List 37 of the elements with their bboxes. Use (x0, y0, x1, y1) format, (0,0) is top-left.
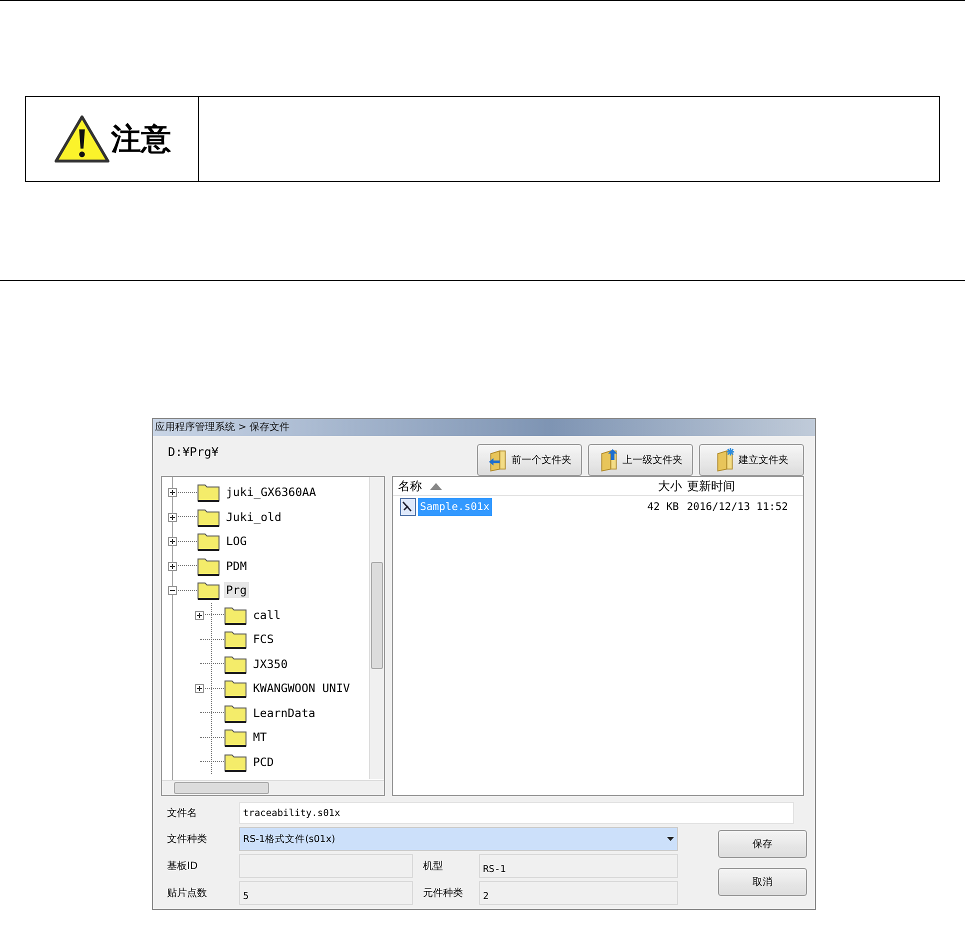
toolbar-button[interactable]: 建立文件夹 (699, 444, 804, 476)
field-label: 基板ID (166, 860, 199, 873)
folder-item[interactable]: LOG (224, 533, 249, 550)
folder-item[interactable]: PCD (251, 754, 276, 770)
folder-item[interactable]: juki_GX6360AA (224, 484, 318, 500)
file-date: 2016/12/13 11:52 (686, 501, 788, 513)
folder-item[interactable]: MT (251, 729, 269, 746)
component-types-field[interactable]: 2 (479, 881, 678, 905)
column-header[interactable]: 名称 (398, 478, 422, 494)
caution-label: 注意 (111, 120, 171, 158)
folder-item[interactable]: KWANGWOON UNIV (251, 680, 352, 696)
toolbar-button[interactable]: 上一级文件夹 (588, 444, 693, 476)
column-header[interactable]: 大小 (658, 478, 682, 494)
field-label: 贴片点数 (166, 886, 208, 900)
file-name-field[interactable]: traceability.s01x (239, 802, 794, 824)
folder-item[interactable]: PDM (224, 558, 249, 574)
field-label: 文件名 (166, 806, 198, 820)
save-button[interactable]: 保存 (718, 830, 807, 858)
placement-points-field[interactable]: 5 (239, 881, 413, 905)
folder-item[interactable]: JX350 (251, 656, 290, 672)
folder-item[interactable]: FCS (251, 631, 276, 648)
file-type-value: RS-1格式文件(s01x) (243, 832, 336, 846)
toolbar-button[interactable]: 前一个文件夹 (477, 444, 582, 476)
folder-item[interactable]: LearnData (251, 704, 318, 721)
path-label: D:¥Prg¥ (168, 445, 219, 459)
field-label: 文件种类 (166, 832, 208, 846)
field-label: 机型 (422, 860, 444, 873)
file-size: 42 KB (647, 501, 679, 513)
cancel-button[interactable]: 取消 (718, 868, 807, 896)
file-type-dropdown[interactable]: RS-1格式文件(s01x) (239, 827, 678, 851)
folder-item[interactable]: Juki_old (224, 508, 284, 525)
folder-item[interactable]: Prg (224, 582, 249, 598)
folder-item[interactable]: call (251, 606, 283, 623)
column-header[interactable]: 更新时间 (687, 478, 735, 494)
model-field[interactable]: RS-1 (479, 854, 678, 878)
field-label: 元件种类 (422, 886, 464, 900)
window-title: 应用程序管理系统 > 保存文件 (155, 422, 290, 433)
